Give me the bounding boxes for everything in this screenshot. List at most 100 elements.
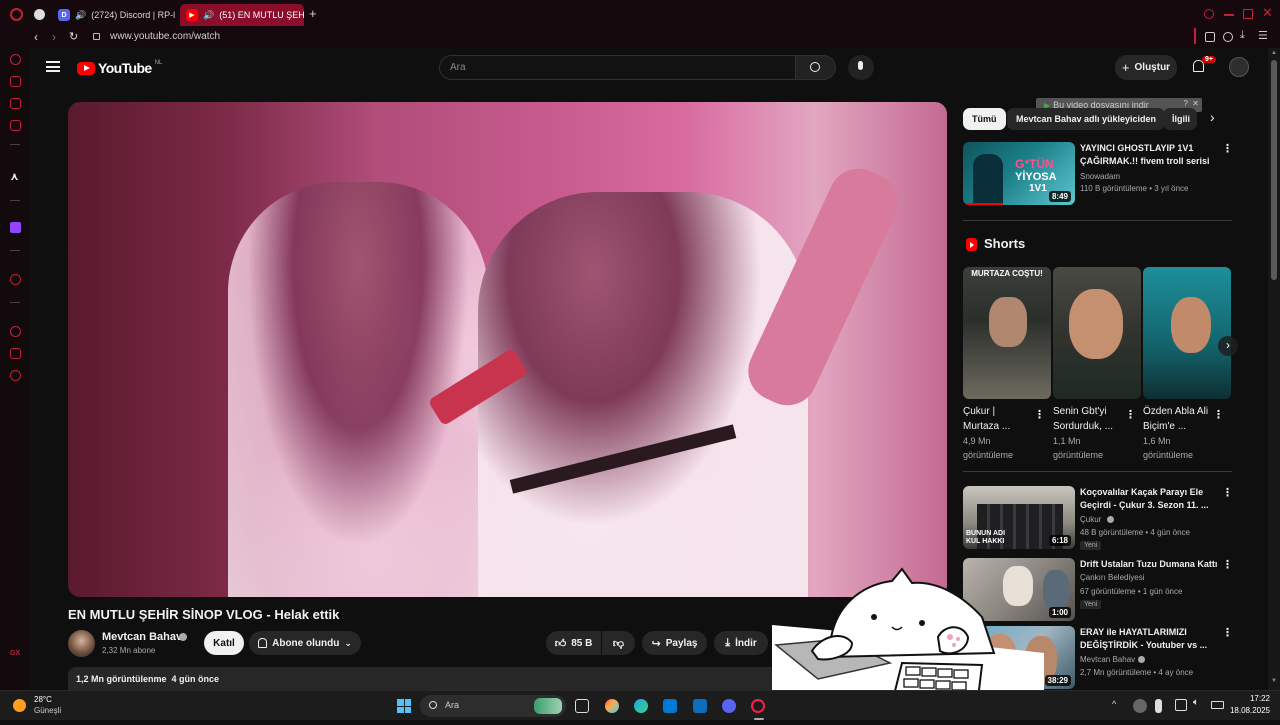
- start-button[interactable]: [397, 699, 411, 713]
- more-options-icon[interactable]: ⋮: [1222, 558, 1233, 571]
- video-title[interactable]: Drift Ustaları Tuzu Dumana Kattı: [1080, 558, 1220, 571]
- video-thumbnail[interactable]: BUNUN ADI KUL HAKKI 6:18: [963, 486, 1075, 549]
- channel-name[interactable]: Mevtcan Bahav: [102, 631, 182, 643]
- opera-logo-icon[interactable]: [10, 8, 23, 21]
- weather-icon[interactable]: [13, 699, 26, 712]
- scroll-up-icon[interactable]: ▲: [1271, 50, 1277, 56]
- app-icon[interactable]: ⋏: [10, 170, 19, 183]
- aria-icon[interactable]: [10, 54, 21, 65]
- player-icon[interactable]: [10, 274, 21, 285]
- more-options-icon[interactable]: ⋮: [1222, 142, 1233, 155]
- shorts-next-button[interactable]: ›: [1218, 336, 1238, 356]
- gx-icon[interactable]: GX: [10, 650, 20, 657]
- bag-icon[interactable]: [10, 76, 21, 87]
- close-window-button[interactable]: ✕: [1262, 5, 1273, 21]
- chevron-right-icon[interactable]: ›: [1210, 109, 1215, 125]
- short-title[interactable]: Özden Abla Ali Biçim'e ...: [1143, 404, 1209, 434]
- wifi-icon[interactable]: [1175, 699, 1187, 711]
- tray-app-icon[interactable]: [1133, 699, 1147, 713]
- weather-temp[interactable]: 28°C: [34, 695, 52, 704]
- page-scrollbar[interactable]: ▲ ▼: [1268, 48, 1280, 690]
- chip-uploader[interactable]: Mevtcan Bahav adlı yükleyiciden: [1007, 108, 1166, 130]
- chip-all[interactable]: Tümü: [963, 108, 1006, 130]
- channel-avatar[interactable]: [68, 630, 95, 657]
- scroll-down-icon[interactable]: ▼: [1271, 678, 1277, 684]
- video-channel[interactable]: Snowadam: [1080, 171, 1120, 183]
- join-button[interactable]: Katıl: [204, 631, 244, 655]
- edge-icon[interactable]: [634, 699, 648, 713]
- short-thumbnail[interactable]: MURTAZA COŞTU!: [963, 267, 1051, 399]
- share-button[interactable]: ↪ Paylaş: [642, 631, 707, 655]
- discord-icon[interactable]: [722, 699, 736, 713]
- extensions-icon[interactable]: [1205, 32, 1215, 42]
- menu-icon[interactable]: ☰: [1258, 29, 1268, 42]
- store-icon[interactable]: [663, 699, 677, 713]
- video-title[interactable]: ERAY ile HAYATLARIMIZI DEĞİŞTİRDİK - You…: [1080, 626, 1220, 652]
- task-view-icon[interactable]: [575, 699, 589, 713]
- microphone-icon[interactable]: [1155, 699, 1162, 713]
- twitch-icon[interactable]: [10, 222, 21, 233]
- url-field[interactable]: www.youtube.com/watch: [110, 31, 220, 42]
- battery-icon[interactable]: [1211, 701, 1224, 709]
- scrollbar-thumb[interactable]: [1271, 60, 1277, 280]
- avatar[interactable]: [1229, 57, 1249, 77]
- voice-search-button[interactable]: [848, 55, 874, 80]
- short-title[interactable]: Çukur | Murtaza ...: [963, 404, 1029, 434]
- new-tab-button[interactable]: +: [309, 6, 317, 21]
- short-thumbnail[interactable]: [1053, 267, 1141, 399]
- copilot-icon[interactable]: [605, 699, 619, 713]
- outlook-icon[interactable]: [693, 699, 707, 713]
- short-thumbnail[interactable]: [1143, 267, 1231, 399]
- video-channel[interactable]: Çankırı Belediyesi: [1080, 572, 1144, 584]
- hamburger-menu-icon[interactable]: [46, 61, 60, 72]
- search-input[interactable]: Ara: [439, 55, 796, 80]
- back-icon[interactable]: ‹: [34, 30, 38, 44]
- profile-icon[interactable]: [1223, 32, 1233, 42]
- like-button[interactable]: 👍︎ 85 B: [546, 631, 601, 655]
- tab-youtube[interactable]: ▶ 🔊 (51) EN MUTLU ŞEHİR: [180, 4, 304, 26]
- create-button[interactable]: + Oluştur: [1115, 55, 1177, 80]
- video-channel[interactable]: Çukur: [1080, 514, 1101, 526]
- close-icon[interactable]: ✕: [1192, 99, 1199, 108]
- top-video-thumbnail[interactable]: G*TÜN YİYOSA 1V1 8:49: [963, 142, 1075, 205]
- news-icon[interactable]: [10, 120, 21, 131]
- tab-discord[interactable]: D 🔊 (2724) Discord | RP-l: [52, 4, 176, 26]
- gaming-icon[interactable]: [10, 98, 21, 109]
- help-icon[interactable]: ?: [1184, 99, 1188, 108]
- search-tabs-icon[interactable]: [1204, 9, 1214, 19]
- download-button[interactable]: ⤓ İndir: [714, 631, 768, 655]
- clock-time[interactable]: 17:22: [1238, 694, 1270, 703]
- history-icon[interactable]: [10, 326, 21, 337]
- notifications-button[interactable]: 9+: [1193, 56, 1216, 72]
- download-icon[interactable]: ⤓: [1240, 29, 1245, 42]
- maximize-button[interactable]: [1243, 9, 1253, 19]
- more-options-icon[interactable]: ⋮: [1034, 408, 1045, 421]
- video-player[interactable]: [68, 102, 947, 597]
- settings-icon[interactable]: [10, 370, 21, 381]
- new-badge: Yeni: [1080, 541, 1102, 550]
- search-button[interactable]: [796, 55, 836, 80]
- taskbar-search[interactable]: Ara: [420, 695, 566, 717]
- tray-chevron-icon[interactable]: ^: [1112, 699, 1116, 709]
- more-options-icon[interactable]: ⋮: [1125, 408, 1136, 421]
- more-options-icon[interactable]: ⋮: [1213, 408, 1224, 421]
- minimize-button[interactable]: [1224, 14, 1234, 16]
- dislike-button[interactable]: 👎︎: [602, 631, 635, 655]
- more-options-icon[interactable]: ⋮: [1222, 626, 1233, 639]
- volume-icon[interactable]: 🔈︎: [1193, 697, 1199, 708]
- video-title[interactable]: Koçovalılar Kaçak Parayı Ele Geçirdi - Ç…: [1080, 486, 1220, 512]
- more-options-icon[interactable]: ⋮: [1222, 486, 1233, 499]
- video-title[interactable]: YAYINCI GHOSTLAYIP 1V1 ÇAĞIRMAK.!! fivem…: [1080, 142, 1220, 168]
- short-title[interactable]: Senin Gbt'yi Sordurduk, ...: [1053, 404, 1121, 434]
- section-divider: [963, 220, 1232, 221]
- subscribed-button[interactable]: Abone olundu ⌄: [249, 631, 361, 655]
- chip-related[interactable]: İlgili: [1163, 108, 1197, 130]
- extensions-sidebar-icon[interactable]: [10, 348, 21, 359]
- forward-icon[interactable]: ›: [52, 30, 56, 44]
- reload-icon[interactable]: ↻: [69, 30, 78, 43]
- youtube-logo[interactable]: YouTube NL: [77, 60, 162, 76]
- opera-gx-taskbar-icon[interactable]: [751, 699, 765, 713]
- workspace-icon[interactable]: [34, 9, 45, 20]
- clock-date[interactable]: 18.08.2025: [1228, 706, 1270, 715]
- video-channel[interactable]: Mevtcan Bahav: [1080, 654, 1135, 666]
